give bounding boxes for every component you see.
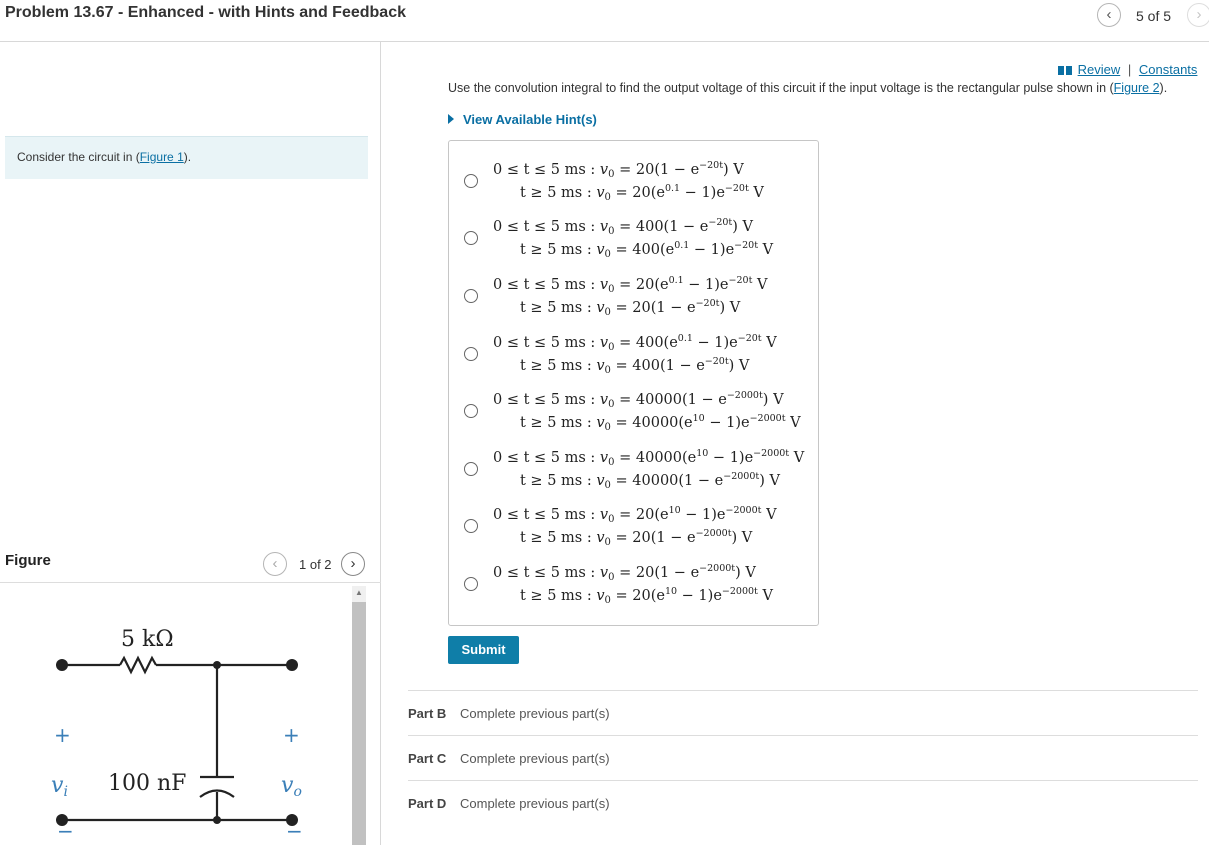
figure-1-link[interactable]: Figure 1: [140, 150, 184, 164]
option-equation-line: 0 ≤ t ≤ 5 ms : v0 = 400(e0.1 − 1)e−20t V: [493, 333, 777, 353]
output-terminal-top: [286, 659, 298, 671]
chevron-left-icon: ‹: [1106, 6, 1112, 23]
answer-option[interactable]: 0 ≤ t ≤ 5 ms : v0 = 20(1 − e−2000t) V t ≥…: [449, 543, 818, 606]
input-terminal-top: [56, 659, 68, 671]
figure-prev-button[interactable]: ‹: [263, 552, 287, 576]
figure-counter: 1 of 2: [299, 557, 332, 572]
triangle-right-icon: [448, 114, 454, 124]
answer-option[interactable]: 0 ≤ t ≤ 5 ms : v0 = 40000(1 − e−2000t) V…: [449, 370, 818, 433]
answer-option[interactable]: 0 ≤ t ≤ 5 ms : v0 = 20(1 − e−20t) Vt ≥ 5…: [449, 140, 818, 203]
figure-heading: Figure: [5, 552, 51, 569]
consider-prefix: Consider the circuit in (: [17, 150, 140, 164]
circuit-diagram: 5 kΩ 100 nF + − + − vi vo: [51, 627, 303, 843]
consider-box: Consider the circuit in (Figure 1).: [5, 136, 368, 179]
answer-option[interactable]: 0 ≤ t ≤ 5 ms : v0 = 20(e10 − 1)e−2000t V…: [449, 485, 818, 548]
previous-problem-button[interactable]: ‹: [1097, 3, 1121, 27]
book-icon: [1058, 66, 1072, 76]
part-c-row[interactable]: Part C Complete previous part(s): [408, 735, 1198, 780]
option-equation-line: 0 ≤ t ≤ 5 ms : v0 = 20(e10 − 1)e−2000t V: [493, 505, 777, 525]
capacitor-label: 100 nF: [108, 771, 186, 796]
part-status: Complete previous part(s): [460, 796, 610, 811]
part-b-row[interactable]: Part B Complete previous part(s): [408, 690, 1198, 735]
answer-option[interactable]: 0 ≤ t ≤ 5 ms : v0 = 20(e0.1 − 1)e−20t Vt…: [449, 255, 818, 318]
answer-radio[interactable]: [464, 231, 478, 245]
left-panel: Consider the circuit in (Figure 1). Figu…: [0, 42, 381, 845]
question-text: Use the convolution integral to find the…: [448, 81, 1167, 95]
instruction-prefix: Use the convolution integral to find the…: [448, 81, 1114, 95]
output-minus-sign: −: [286, 819, 303, 843]
constants-link[interactable]: Constants: [1139, 62, 1198, 77]
view-hints-toggle[interactable]: View Available Hint(s): [448, 112, 597, 127]
option-equation-line: 0 ≤ t ≤ 5 ms : v0 = 400(1 − e−20t) V: [493, 217, 753, 237]
links-separator: |: [1127, 62, 1132, 77]
option-equation-line: 0 ≤ t ≤ 5 ms : v0 = 40000(1 − e−2000t) V: [493, 390, 784, 410]
node-dot: [213, 661, 221, 669]
figure-next-button[interactable]: ›: [341, 552, 365, 576]
scroll-up-arrow-icon[interactable]: ▲: [352, 586, 366, 600]
chevron-left-icon: ‹: [272, 555, 278, 572]
submit-button[interactable]: Submit: [448, 636, 519, 664]
page-title: Problem 13.67 - Enhanced - with Hints an…: [5, 4, 406, 21]
part-status: Complete previous part(s): [460, 706, 610, 721]
input-minus-sign: −: [57, 819, 74, 843]
part-d-row[interactable]: Part D Complete previous part(s): [408, 780, 1198, 825]
answer-radio[interactable]: [464, 519, 478, 533]
scrollbar-thumb[interactable]: [352, 602, 366, 845]
hints-label: View Available Hint(s): [463, 112, 597, 127]
input-plus-sign: +: [54, 723, 71, 747]
option-equation-line: 0 ≤ t ≤ 5 ms : v0 = 20(1 − e−2000t) V: [493, 563, 756, 583]
part-label: Part C: [408, 751, 447, 766]
option-equation-line: 0 ≤ t ≤ 5 ms : v0 = 20(e0.1 − 1)e−20t V: [493, 275, 768, 295]
resistor-label: 5 kΩ: [121, 627, 174, 652]
part-label: Part B: [408, 706, 447, 721]
header-bar: Problem 13.67 - Enhanced - with Hints an…: [0, 0, 1209, 42]
output-plus-sign: +: [283, 723, 300, 747]
instruction-suffix: ).: [1159, 81, 1168, 95]
problem-counter: 5 of 5: [1136, 8, 1172, 24]
chevron-right-icon: ›: [350, 555, 356, 572]
answer-options: 0 ≤ t ≤ 5 ms : v0 = 20(1 − e−20t) V t ≥ 5…: [448, 140, 819, 626]
part-status: Complete previous part(s): [460, 751, 610, 766]
node-dot: [213, 816, 221, 824]
option-equation-line: 0 ≤ t ≤ 5 ms : v0 = 20(1 − e−20t) V: [493, 160, 744, 180]
answer-option[interactable]: 0 ≤ t ≤ 5 ms : v0 = 400(1 − e−20t) Vt ≥ …: [449, 197, 818, 260]
next-problem-button[interactable]: ›: [1187, 3, 1209, 27]
output-voltage-label: vo: [281, 773, 302, 800]
figure-2-link[interactable]: Figure 2: [1114, 81, 1160, 95]
chevron-right-icon: ›: [1196, 6, 1202, 23]
answer-radio[interactable]: [464, 289, 478, 303]
answer-radio[interactable]: [464, 347, 478, 361]
answer-radio[interactable]: [464, 174, 478, 188]
answer-option[interactable]: 0 ≤ t ≤ 5 ms : v0 = 400(e0.1 − 1)e−20t V…: [449, 313, 818, 376]
consider-text: Consider the circuit in (Figure 1).: [17, 150, 191, 164]
option-equation-line: t ≥ 5 ms : v0 = 20(e10 − 1)e−2000t V: [520, 586, 773, 606]
part-label: Part D: [408, 796, 447, 811]
answer-radio[interactable]: [464, 577, 478, 591]
answer-radio[interactable]: [464, 462, 478, 476]
divider: [0, 582, 381, 583]
consider-suffix: ).: [183, 150, 192, 164]
review-links: Review | Constants: [1058, 62, 1197, 77]
answer-option[interactable]: 0 ≤ t ≤ 5 ms : v0 = 40000(e10 − 1)e−2000…: [449, 428, 818, 491]
input-voltage-label: vi: [51, 773, 68, 800]
option-equation-line: 0 ≤ t ≤ 5 ms : v0 = 40000(e10 − 1)e−2000…: [493, 448, 805, 468]
figure-scrollbar[interactable]: ▲: [352, 586, 366, 845]
answer-radio[interactable]: [464, 404, 478, 418]
review-link[interactable]: Review: [1078, 62, 1121, 77]
